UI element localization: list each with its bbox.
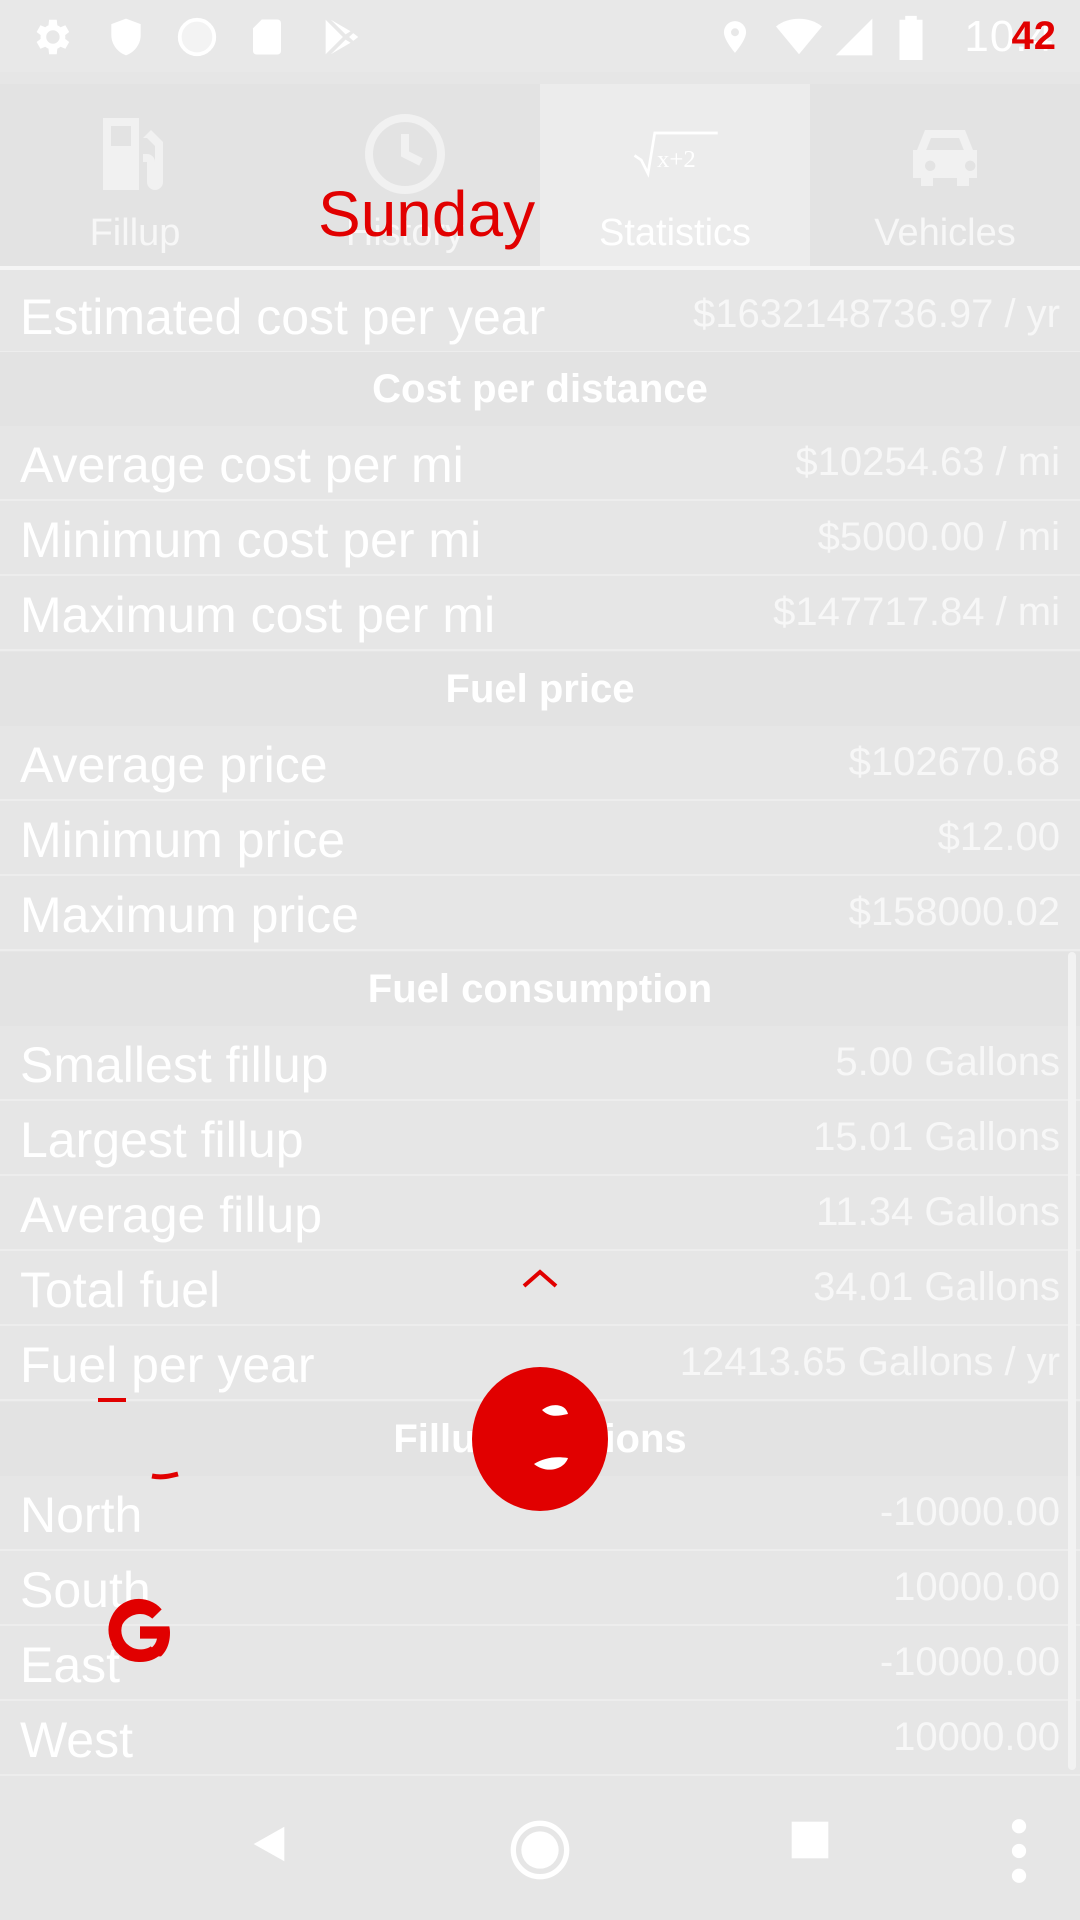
location-icon: [723, 21, 747, 53]
scrollbar[interactable]: [1068, 952, 1076, 1770]
row-value: $147717.84 / mi: [773, 590, 1060, 634]
red-fragment-icon: [98, 1398, 179, 1480]
red-circle-icon[interactable]: [470, 1364, 610, 1514]
row-label: West: [20, 1712, 133, 1768]
tab-fillup[interactable]: Fillup: [0, 84, 270, 268]
row-value: $102670.68: [848, 740, 1060, 784]
tab-vehicles-label: Vehicles: [874, 212, 1016, 254]
list-item: West 10000.00: [0, 1701, 1080, 1776]
wifi-icon: [776, 18, 822, 55]
row-value: $5000.00 / mi: [817, 515, 1060, 559]
svg-text:x+2: x+2: [657, 146, 696, 173]
row-label: Minimum price: [20, 812, 346, 868]
row-label: Maximum price: [20, 887, 359, 943]
section-header: Cost per distance: [0, 352, 1080, 426]
row-value: 10000.00: [893, 1715, 1060, 1759]
row-value: $10254.63 / mi: [795, 440, 1060, 484]
navigation-bar: [0, 1786, 1080, 1920]
list-item: Average price $102670.68: [0, 726, 1080, 801]
more-icon[interactable]: [1004, 1818, 1034, 1884]
row-value: $12.00: [937, 815, 1060, 859]
list-item: Minimum price $12.00: [0, 801, 1080, 876]
row-label: Minimum cost per mi: [20, 512, 482, 568]
row-label: Estimated cost per year: [20, 289, 546, 345]
list-item: Smallest fillup 5.00 Gallons: [0, 1026, 1080, 1101]
shield-icon: [111, 18, 141, 56]
row-label: Average fillup: [20, 1187, 323, 1243]
play-store-icon: [325, 19, 359, 55]
list-item: Maximum cost per mi $147717.84 / mi: [0, 576, 1080, 651]
tab-statistics-label: Statistics: [598, 212, 752, 254]
row-label: Fuel per year: [20, 1337, 315, 1393]
car-icon: [913, 130, 977, 186]
chevron-up-icon[interactable]: [520, 1266, 560, 1290]
tab-bar: Fillup History x+2 Statistics Vehicles: [0, 84, 1080, 268]
status-bar: 10:4 42: [0, 0, 1080, 72]
list-item: Estimated cost per year $1632148736.97 /…: [0, 278, 1080, 353]
section-header: Fuel price: [0, 652, 1080, 726]
row-value: -10000.00: [879, 1640, 1060, 1684]
row-value: 11.34 Gallons: [816, 1190, 1060, 1234]
clock-time-overlay: 42: [1011, 14, 1057, 58]
home-icon[interactable]: [508, 1818, 572, 1882]
list-item: Largest fillup 15.01 Gallons: [0, 1101, 1080, 1176]
section-header: Fuel consumption: [0, 952, 1080, 1026]
back-icon[interactable]: [246, 1818, 292, 1870]
tab-vehicles[interactable]: Vehicles: [810, 84, 1080, 268]
row-label: Average cost per mi: [20, 437, 464, 493]
fuel-pump-icon: [103, 118, 163, 190]
row-value: -10000.00: [879, 1490, 1060, 1534]
sunday-overlay-text: Sunday: [318, 178, 536, 250]
list-item: Average cost per mi $10254.63 / mi: [0, 426, 1080, 501]
sd-card-icon: [253, 19, 281, 55]
row-label: North: [20, 1487, 143, 1543]
list-item: Average fillup 11.34 Gallons: [0, 1176, 1080, 1251]
tab-fillup-label: Fillup: [89, 212, 181, 254]
row-value: 12413.65 Gallons / yr: [679, 1340, 1060, 1384]
google-g-icon: [108, 1598, 170, 1663]
row-label: Smallest fillup: [20, 1037, 329, 1093]
row-value: $158000.02: [848, 890, 1060, 934]
row-value: 10000.00: [893, 1565, 1060, 1609]
gear-icon: [36, 19, 70, 55]
recents-icon[interactable]: [788, 1818, 832, 1862]
list-item: Maximum price $158000.02: [0, 876, 1080, 951]
row-label: Largest fillup: [20, 1112, 304, 1168]
row-label: Average price: [20, 737, 328, 793]
tab-statistics[interactable]: x+2 Statistics: [540, 84, 810, 268]
list-item: Minimum cost per mi $5000.00 / mi: [0, 501, 1080, 576]
formula-icon: x+2: [633, 131, 718, 178]
battery-icon: [899, 15, 923, 60]
circle-icon: [177, 17, 217, 57]
row-value: 15.01 Gallons: [813, 1115, 1060, 1159]
row-value: 34.01 Gallons: [813, 1265, 1060, 1309]
row-value: $1632148736.97 / yr: [693, 292, 1060, 336]
row-label: Maximum cost per mi: [20, 587, 496, 643]
row-label: Total fuel: [20, 1262, 221, 1318]
row-value: 5.00 Gallons: [835, 1040, 1060, 1084]
signal-icon: [835, 18, 873, 56]
tab-underline: [0, 266, 1080, 270]
